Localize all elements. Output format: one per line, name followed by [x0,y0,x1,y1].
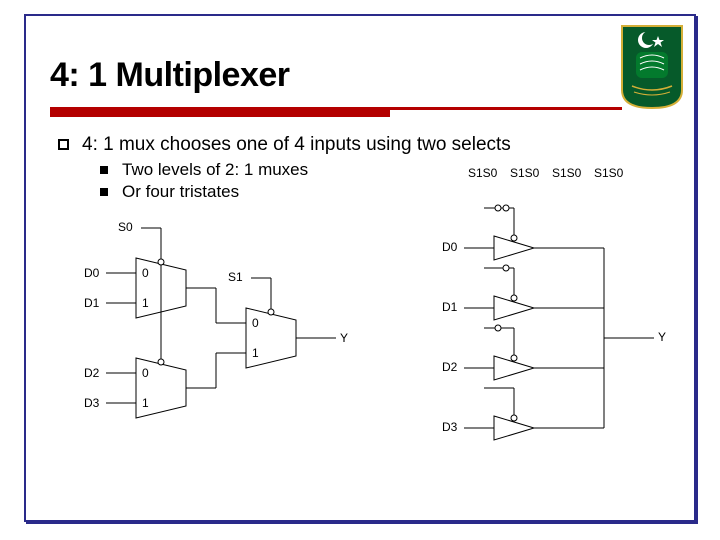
label-sel2: S1S0 [552,166,581,180]
diagram-tristates: S1S0 S1S0 S1S0 S1S0 D0 D1 D2 D3 Y [454,168,674,468]
label-y: Y [658,330,666,344]
slide-title: 4: 1 Multiplexer [50,56,290,95]
label-s0: S0 [118,220,133,234]
bullet-solid-icon [100,188,108,196]
main-bullet-text: 4: 1 mux chooses one of 4 inputs using t… [82,134,511,156]
label-pin0: 0 [142,266,149,280]
label-d1: D1 [442,300,457,314]
label-pin1: 1 [142,296,149,310]
label-d3: D3 [442,420,457,434]
label-pin1: 1 [252,346,259,360]
label-pin1: 1 [142,396,149,410]
sub-bullet-2: Or four tristates [122,182,239,202]
label-d2: D2 [84,366,99,380]
label-sel0: S1S0 [468,166,497,180]
diagram-mux-tree: S0 S1 D0 D1 D2 D3 0 1 0 1 0 1 Y [76,208,376,468]
bullet-open-icon [58,139,69,150]
label-d3: D3 [84,396,99,410]
university-logo [618,22,686,112]
label-s1: S1 [228,270,243,284]
title-underline-thick [50,107,390,117]
bullet-solid-icon [100,166,108,174]
label-sel1: S1S0 [510,166,539,180]
title-underline-thin [390,107,622,110]
label-d2: D2 [442,360,457,374]
label-pin0: 0 [252,316,259,330]
label-sel3: S1S0 [594,166,623,180]
sub-bullet-1: Two levels of 2: 1 muxes [122,160,308,180]
label-pin0: 0 [142,366,149,380]
label-y: Y [340,331,348,345]
label-d1: D1 [84,296,99,310]
label-d0: D0 [84,266,99,280]
label-d0: D0 [442,240,457,254]
